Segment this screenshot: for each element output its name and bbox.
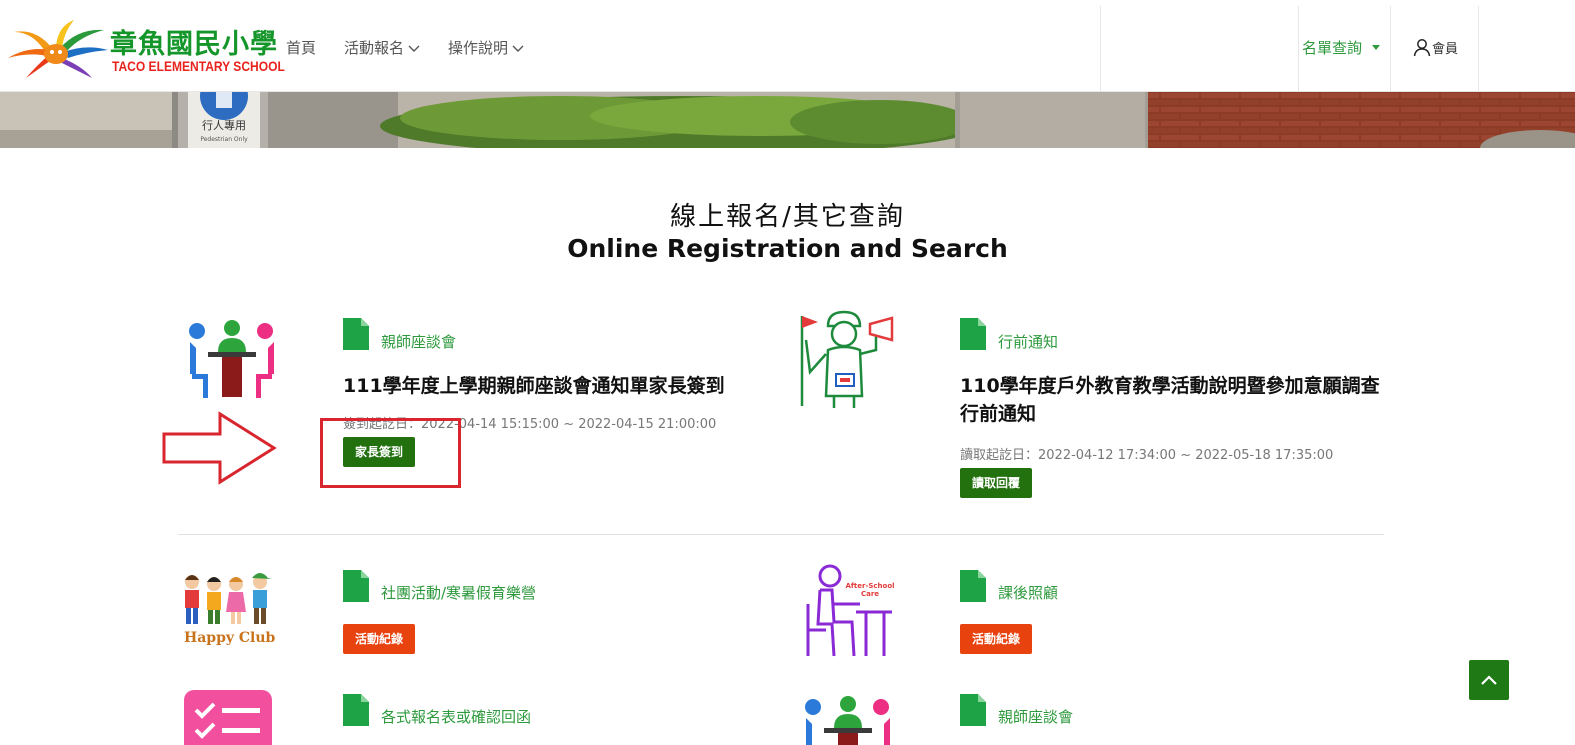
- svg-text:Care: Care: [861, 590, 879, 598]
- parent-teacher-meeting-icon: [189, 320, 274, 398]
- card-category-label[interactable]: 社團活動/寒暑假育樂營: [381, 582, 536, 603]
- checklist-icon: [184, 690, 272, 745]
- section-title-chinese: 線上報名/其它查詢: [670, 202, 905, 232]
- card-date-range: 讀取起訖日：2022-04-12 17:34:00 ~ 2022-05-18 1…: [960, 448, 1334, 463]
- caret-down-icon: [1372, 45, 1381, 50]
- document-icon: [960, 318, 986, 350]
- section-title-english: Online Registration and Search: [567, 234, 1008, 263]
- nav-instructions[interactable]: 操作說明: [448, 37, 524, 58]
- main-nav: 首頁 活動報名 操作說明: [286, 37, 552, 58]
- member-link[interactable]: 會員: [1412, 37, 1458, 57]
- nav-registration-label: 活動報名: [344, 39, 405, 57]
- chevron-up-icon: [1481, 675, 1497, 685]
- chevron-down-icon: [408, 45, 420, 52]
- activity-record-button[interactable]: 活動紀錄: [343, 624, 416, 654]
- card-category-label[interactable]: 課後照顧: [998, 582, 1058, 603]
- card-title[interactable]: 111學年度上學期親師座談會通知單家長簽到: [343, 372, 763, 400]
- octopus-logo-icon: [8, 20, 108, 78]
- tour-guide-icon: [800, 310, 894, 408]
- back-to-top-button[interactable]: [1469, 660, 1509, 700]
- annotation-arrow-icon: [162, 411, 277, 485]
- section-divider: [178, 534, 1384, 535]
- nav-home-label: 首頁: [286, 39, 317, 57]
- card-title[interactable]: 110學年度戶外教育教學活動說明暨參加意願調查行前通知: [960, 372, 1380, 428]
- school-name: 章魚國民小學: [110, 29, 278, 60]
- card-category-label[interactable]: 各式報名表或確認回函: [381, 706, 531, 727]
- svg-text:Pedestrian Only: Pedestrian Only: [200, 136, 248, 143]
- happy-club-caption: Happy Club: [184, 630, 276, 646]
- nav-home[interactable]: 首頁: [286, 37, 316, 58]
- school-name-english: TACO ELEMENTARY SCHOOL: [112, 58, 285, 74]
- card-category-label[interactable]: 親師座談會: [998, 706, 1073, 727]
- document-icon: [343, 318, 369, 350]
- nav-instructions-label: 操作說明: [448, 39, 509, 57]
- header-divider: [1100, 6, 1101, 91]
- banner-photo: 行人專用 Pedestrian Only: [0, 92, 1575, 148]
- card-category-label[interactable]: 行前通知: [998, 331, 1058, 352]
- site-header: 章魚國民小學 TACO ELEMENTARY SCHOOL 首頁 活動報名 操作…: [0, 6, 1575, 92]
- happy-club-kids-icon: [185, 573, 272, 624]
- after-school-care-icon: After-School Care: [806, 564, 895, 657]
- document-icon: [343, 694, 369, 726]
- activity-record-button[interactable]: 活動紀錄: [960, 624, 1033, 654]
- annotation-highlight-box: [320, 418, 461, 488]
- hero-banner-image: 行人專用 Pedestrian Only: [0, 92, 1575, 148]
- school-logo[interactable]: 章魚國民小學 TACO ELEMENTARY SCHOOL: [6, 18, 285, 80]
- member-label: 會員: [1432, 41, 1459, 57]
- list-query-label: 名單查詢: [1302, 39, 1363, 57]
- nav-registration[interactable]: 活動報名: [344, 37, 420, 58]
- header-divider: [1390, 6, 1391, 91]
- document-icon: [960, 570, 986, 602]
- read-reply-button[interactable]: 讀取回覆: [960, 468, 1033, 498]
- svg-text:行人專用: 行人專用: [202, 119, 246, 132]
- document-icon: [343, 570, 369, 602]
- header-divider: [1298, 6, 1299, 91]
- document-icon: [960, 694, 986, 726]
- parent-teacher-meeting-icon: [805, 696, 890, 745]
- header-divider: [1478, 6, 1479, 91]
- card-category-label[interactable]: 親師座談會: [381, 331, 456, 352]
- svg-text:After-School: After-School: [845, 582, 894, 590]
- list-query-dropdown[interactable]: 名單查詢: [1302, 37, 1381, 58]
- user-icon: [1413, 39, 1431, 57]
- chevron-down-icon: [512, 45, 524, 52]
